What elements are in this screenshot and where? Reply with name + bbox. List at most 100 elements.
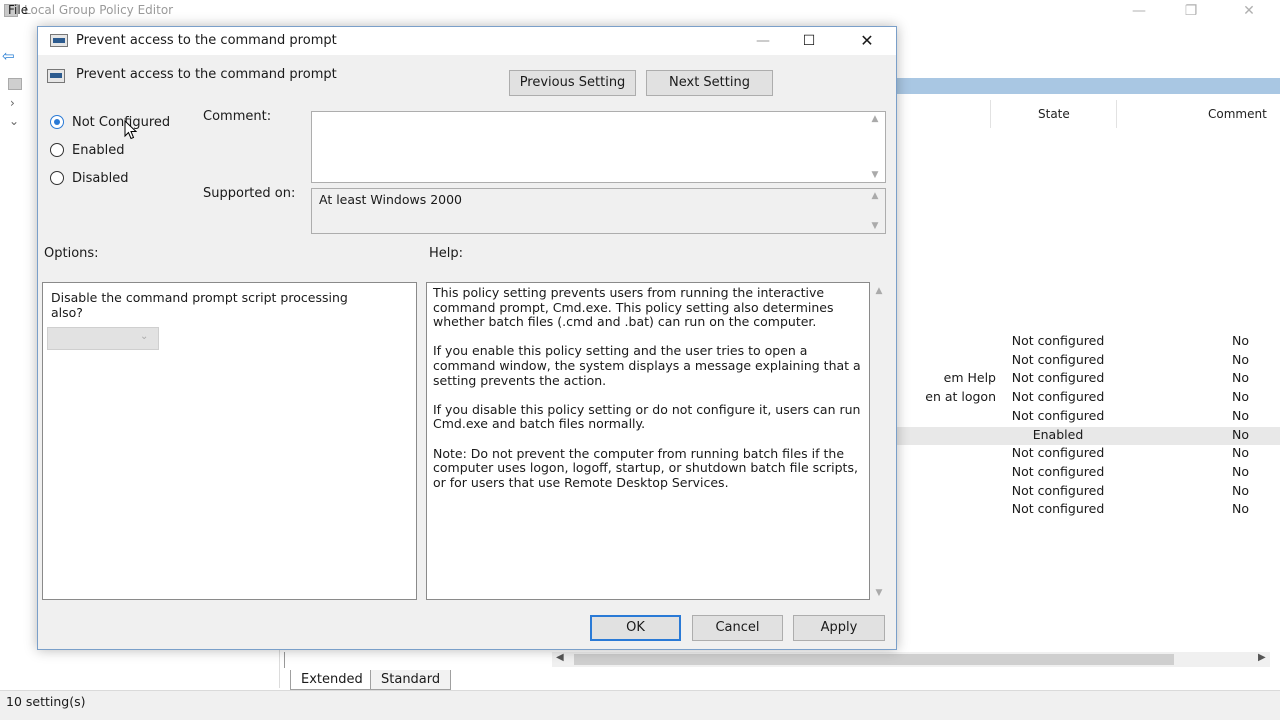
- ok-button[interactable]: OK: [590, 615, 681, 641]
- supported-on-field: At least Windows 2000 ▲ ▼: [311, 188, 886, 234]
- options-question: Disable the command prompt script proces…: [51, 290, 348, 320]
- scroll-left-arrow-icon[interactable]: ◀: [556, 652, 564, 663]
- chevron-down-icon[interactable]: ⌄: [140, 331, 148, 342]
- radio-not-configured[interactable]: Not Configured: [50, 112, 170, 132]
- state-cell: Not configured: [1011, 407, 1105, 423]
- scroll-down-arrow-icon[interactable]: ▼: [871, 588, 887, 598]
- options-label: Options:: [44, 246, 99, 261]
- supported-on-value: At least Windows 2000: [319, 192, 462, 207]
- policy-setting-icon: [47, 69, 65, 83]
- state-cell: Not configured: [1011, 501, 1105, 517]
- radio-disabled[interactable]: Disabled: [50, 168, 128, 188]
- radio-enabled[interactable]: Enabled: [50, 140, 125, 160]
- setting-name-cell: em Help: [943, 370, 996, 386]
- cancel-button[interactable]: Cancel: [692, 615, 783, 641]
- radio-circle[interactable]: [50, 171, 64, 185]
- comment-textarea[interactable]: ▲ ▼: [311, 111, 886, 183]
- status-setting-count: 10 setting(s): [6, 694, 86, 709]
- main-window-title: Local Group Policy Editor: [24, 3, 174, 17]
- comment-cell: No: [1232, 333, 1249, 348]
- supported-on-label: Supported on:: [203, 186, 296, 201]
- tab-standard[interactable]: Standard: [370, 670, 452, 690]
- list-header-strip: [896, 78, 1280, 94]
- comment-text: [312, 112, 885, 118]
- help-paragraph: Note: Do not prevent the computer from r…: [433, 445, 858, 490]
- main-minimize-button[interactable]: —: [1116, 0, 1162, 22]
- column-divider[interactable]: [990, 100, 991, 128]
- column-divider[interactable]: [1116, 100, 1117, 128]
- table-row[interactable]: Not configured No: [896, 501, 1280, 519]
- menu-item-file[interactable]: File: [8, 3, 28, 17]
- table-row[interactable]: Not configured No: [896, 333, 1280, 351]
- table-row[interactable]: em Help Not configured No: [896, 370, 1280, 388]
- dialog-maximize-button[interactable]: ☐: [794, 29, 824, 53]
- next-setting-button[interactable]: Next Setting: [646, 70, 773, 96]
- scroll-down-arrow-icon[interactable]: ▼: [867, 170, 883, 180]
- apply-button[interactable]: Apply: [793, 615, 885, 641]
- comment-label: Comment:: [203, 109, 272, 124]
- comment-cell: No: [1232, 389, 1249, 405]
- comment-cell: No: [1232, 407, 1249, 423]
- state-cell: Not configured: [1011, 370, 1105, 386]
- radio-label-not-configured: Not Configured: [72, 114, 171, 130]
- dialog-title: Prevent access to the command prompt: [76, 33, 337, 48]
- scroll-down-arrow-icon[interactable]: ▼: [867, 221, 883, 231]
- column-header-comment[interactable]: Comment: [1208, 107, 1267, 121]
- horizontal-scroll-thumb[interactable]: [574, 654, 1174, 665]
- state-cell: Not configured: [1011, 463, 1105, 479]
- dialog-close-button[interactable]: ✕: [852, 29, 882, 53]
- comment-cell: No: [1232, 426, 1249, 442]
- setting-name-cell: en at logon: [925, 389, 996, 405]
- radio-label-enabled: Enabled: [72, 142, 125, 158]
- main-close-button[interactable]: ✕: [1226, 0, 1272, 22]
- scroll-up-arrow-icon[interactable]: ▲: [867, 114, 883, 124]
- comment-cell: No: [1232, 351, 1249, 367]
- table-row[interactable]: Not configured No: [896, 408, 1280, 426]
- table-row[interactable]: Not configured No: [896, 483, 1280, 501]
- radio-circle[interactable]: [50, 115, 64, 129]
- chevron-right-icon[interactable]: ›: [10, 96, 15, 110]
- policy-name: Prevent access to the command prompt: [76, 67, 337, 82]
- help-paragraph: If you enable this policy setting and th…: [433, 343, 861, 388]
- tree-node-icon: [8, 78, 22, 90]
- policy-setting-icon: [50, 34, 68, 47]
- state-cell: Not configured: [1011, 333, 1105, 348]
- comment-cell: No: [1232, 370, 1249, 386]
- comment-cell: No: [1232, 463, 1249, 479]
- table-row[interactable]: Not configured No: [896, 445, 1280, 463]
- table-row[interactable]: Enabled No: [896, 426, 1280, 445]
- scroll-right-arrow-icon[interactable]: ▶: [1258, 652, 1266, 663]
- comment-cell: No: [1232, 482, 1249, 498]
- main-maximize-button[interactable]: ❐: [1168, 0, 1214, 22]
- tab-extended[interactable]: Extended: [290, 670, 374, 690]
- help-label: Help:: [429, 246, 464, 261]
- state-cell: Not configured: [1011, 445, 1105, 461]
- mouse-pointer-icon: [124, 120, 138, 140]
- help-vertical-scrollbar[interactable]: ▲ ▼: [871, 282, 887, 600]
- policy-setting-dialog: Prevent access to the command prompt — ☐…: [37, 26, 897, 650]
- state-cell: Enabled: [1032, 426, 1084, 442]
- list-frame-edge: [284, 652, 552, 668]
- scroll-up-arrow-icon[interactable]: ▲: [867, 191, 883, 201]
- help-paragraph: If you disable this policy setting or do…: [433, 401, 861, 432]
- comment-cell: No: [1232, 501, 1249, 517]
- state-cell: Not configured: [1011, 351, 1105, 367]
- radio-label-disabled: Disabled: [72, 170, 129, 186]
- column-header-state[interactable]: State: [1038, 107, 1070, 121]
- previous-setting-button[interactable]: Previous Setting: [509, 70, 636, 96]
- main-title-bar: [0, 0, 1280, 22]
- back-arrow-icon[interactable]: ⇦: [2, 48, 15, 64]
- chevron-down-icon[interactable]: ⌄: [9, 114, 19, 128]
- table-row[interactable]: Not configured No: [896, 352, 1280, 370]
- scroll-up-arrow-icon[interactable]: ▲: [871, 286, 887, 296]
- state-cell: Not configured: [1011, 482, 1105, 498]
- state-cell: Not configured: [1011, 389, 1105, 405]
- help-text-panel[interactable]: This policy setting prevents users from …: [426, 282, 870, 600]
- comment-cell: No: [1232, 445, 1249, 461]
- help-paragraph: This policy setting prevents users from …: [433, 285, 834, 330]
- radio-circle[interactable]: [50, 143, 64, 157]
- table-row[interactable]: en at logon Not configured No: [896, 389, 1280, 407]
- table-row[interactable]: Not configured No: [896, 464, 1280, 482]
- status-bar: [0, 690, 1280, 720]
- dialog-minimize-button[interactable]: —: [748, 29, 778, 53]
